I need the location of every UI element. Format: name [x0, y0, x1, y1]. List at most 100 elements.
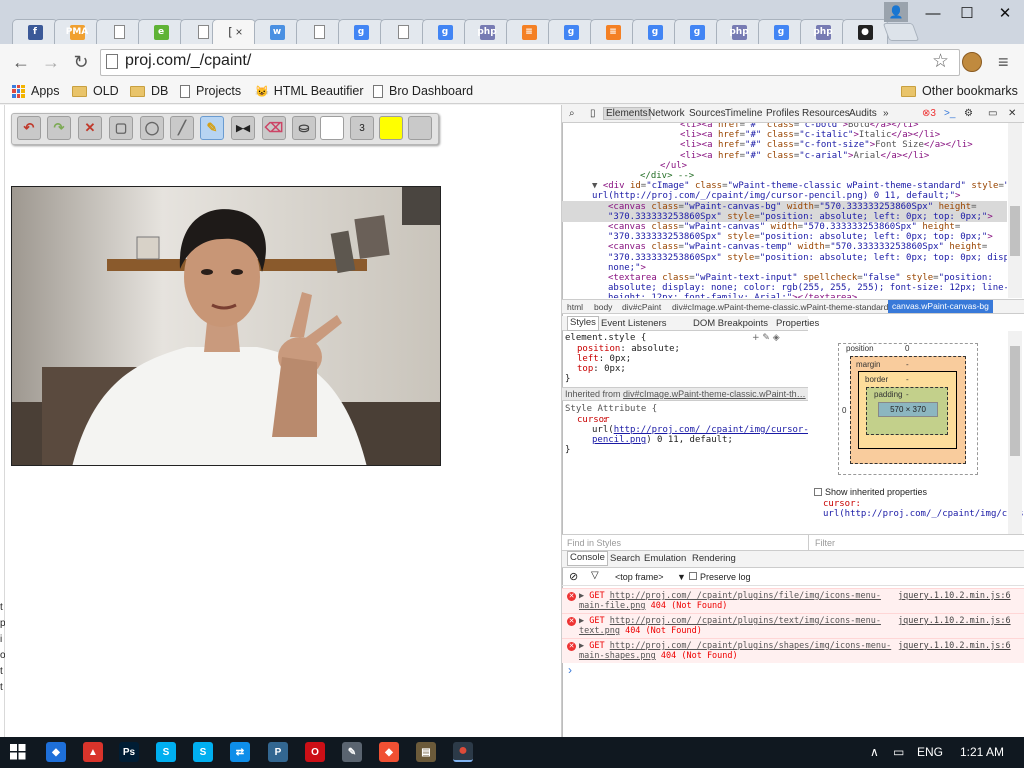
- tab[interactable]: ≡: [506, 19, 552, 44]
- dom-line[interactable]: <li><a href="#" class="c-italic">Italic<…: [680, 130, 940, 140]
- other-bookmarks[interactable]: Other bookmarks: [901, 81, 1018, 101]
- devtools-tab-audits[interactable]: Audits: [849, 108, 877, 119]
- tab[interactable]: f: [12, 19, 58, 44]
- skype-icon[interactable]: S: [193, 742, 213, 762]
- tab[interactable]: e: [138, 19, 184, 44]
- tab[interactable]: [380, 19, 426, 44]
- console-tab-rendering[interactable]: Rendering: [692, 553, 736, 564]
- tab[interactable]: PMA: [54, 19, 100, 44]
- tab[interactable]: php: [716, 19, 762, 44]
- expand-arrow-icon[interactable]: ▶: [579, 616, 589, 626]
- devtools-tab-elements[interactable]: Elements: [603, 107, 651, 120]
- cookie-extension-icon[interactable]: [962, 52, 982, 72]
- tab[interactable]: g: [338, 19, 384, 44]
- tab[interactable]: g: [422, 19, 468, 44]
- clock[interactable]: 1:21 AM: [960, 745, 1004, 759]
- dom-line[interactable]: height: 12px; font-family: Arial;"></tex…: [608, 293, 857, 298]
- styles-tab-event-listeners[interactable]: Event Listeners: [601, 318, 666, 329]
- cursor-url-link[interactable]: http://proj.com/_/cpaint/img/cursor-: [614, 425, 808, 435]
- tab[interactable]: w: [254, 19, 300, 44]
- chrome-menu-icon[interactable]: ≡: [998, 52, 1009, 73]
- error-count-badge[interactable]: ⊗3: [922, 108, 936, 119]
- chrome-icon[interactable]: ●: [453, 742, 473, 762]
- app-red-icon[interactable]: ▲: [83, 742, 103, 762]
- dock-icon[interactable]: ▭: [988, 108, 997, 119]
- breadcrumb-item[interactable]: canvas.wPaint-canvas-bg: [888, 300, 993, 313]
- reload-icon[interactable]: ↻: [70, 51, 92, 73]
- bookmark-projects[interactable]: Projects: [180, 81, 241, 101]
- settings-gear-icon[interactable]: ⚙: [964, 108, 973, 119]
- tray-up-arrow-icon[interactable]: ∧: [870, 745, 879, 759]
- dom-line[interactable]: "370.333333253860Spx" style="position: a…: [608, 253, 1007, 263]
- dom-line[interactable]: </div> -->: [640, 171, 694, 181]
- error-source-link[interactable]: jquery.1.10.2.min.js:6: [898, 641, 1011, 651]
- eraser-tool[interactable]: ⌫: [262, 116, 286, 140]
- bookmark-html-beautifier[interactable]: 😺 HTML Beautifier: [255, 81, 364, 101]
- error-url-link[interactable]: http://proj.com/_/cpaint/plugins/file/im…: [610, 591, 881, 601]
- style-value[interactable]: 0px;: [610, 354, 632, 364]
- close-devtools-icon[interactable]: ✕: [1008, 108, 1016, 119]
- spray-tool[interactable]: ▶◀: [231, 116, 255, 140]
- postgres-icon[interactable]: P: [268, 742, 288, 762]
- style-prop[interactable]: left: [577, 354, 599, 364]
- inspect-icon[interactable]: ⌕: [569, 108, 575, 119]
- teamviewer-icon[interactable]: ⇄: [230, 742, 250, 762]
- bookmark-old[interactable]: OLD: [72, 81, 119, 101]
- page-info-icon[interactable]: [106, 54, 118, 69]
- error-url-link[interactable]: text.png: [579, 626, 620, 636]
- breadcrumb-item[interactable]: body: [594, 302, 612, 312]
- bookmark-db[interactable]: DB: [130, 81, 168, 101]
- devtools-tab-more[interactable]: »: [883, 108, 889, 119]
- maximize-button[interactable]: ☐: [952, 3, 982, 23]
- devtools-tab-sources[interactable]: Sources: [689, 108, 726, 119]
- photoshop-icon[interactable]: Ps: [119, 742, 139, 762]
- console-error[interactable]: ✕ ▶ GET http://proj.com/_/cpaint/plugins/…: [562, 613, 1024, 638]
- frame-select[interactable]: <top frame>: [615, 572, 664, 582]
- dom-line[interactable]: url(http://proj.com/_/cpaint/img/cursor-…: [592, 191, 960, 201]
- language-indicator[interactable]: ENG: [917, 745, 943, 759]
- tab[interactable]: ●: [842, 19, 888, 44]
- dom-line[interactable]: ▼ <div id="cImage" class="wPaint-theme-c…: [592, 181, 1007, 191]
- style-value[interactable]: absolute;: [631, 344, 680, 354]
- preserve-log-checkbox[interactable]: [689, 572, 697, 580]
- style-value[interactable]: 0px;: [604, 364, 626, 374]
- empty-tool-slot[interactable]: [408, 116, 432, 140]
- dom-line[interactable]: none;">: [608, 263, 646, 273]
- add-rule-icon[interactable]: + ✎ ◈: [752, 333, 780, 343]
- stroke-color-swatch[interactable]: [379, 116, 403, 140]
- new-tab-button[interactable]: [882, 23, 920, 41]
- filter-funnel-icon[interactable]: ▽: [591, 570, 599, 581]
- minimize-button[interactable]: —: [918, 3, 948, 23]
- error-source-link[interactable]: jquery.1.10.2.min.js:6: [898, 591, 1011, 601]
- url-text[interactable]: proj.com/_/cpaint/: [125, 52, 251, 70]
- devtools-tab-network[interactable]: Network: [648, 108, 685, 119]
- elements-tree[interactable]: <li><a href="#" class="c-bold">Bold</a><…: [562, 123, 1007, 298]
- back-icon[interactable]: ←: [10, 51, 32, 73]
- style-prop[interactable]: position: [577, 344, 620, 354]
- expand-arrow-icon[interactable]: ▶: [579, 591, 589, 601]
- close-window-button[interactable]: ✕: [990, 3, 1020, 23]
- tools-icon[interactable]: ✎: [342, 742, 362, 762]
- devtools-tab-profiles[interactable]: Profiles: [766, 108, 799, 119]
- clear-tool[interactable]: ✕: [78, 116, 102, 140]
- tab[interactable]: g: [548, 19, 594, 44]
- error-url-link[interactable]: main-file.png: [579, 601, 646, 611]
- dom-line[interactable]: absolute; display: none; color: rgb(255,…: [608, 283, 1007, 293]
- defender-icon[interactable]: ◆: [46, 742, 66, 762]
- bookmark-apps[interactable]: Apps: [12, 81, 60, 101]
- skype-icon[interactable]: S: [156, 742, 176, 762]
- console-prompt[interactable]: ›: [568, 663, 572, 677]
- network-icon[interactable]: ▭: [893, 745, 904, 759]
- breadcrumb-item[interactable]: html: [567, 302, 583, 312]
- styles-tab-styles[interactable]: Styles: [567, 316, 599, 331]
- tab[interactable]: g: [632, 19, 678, 44]
- inherited-link[interactable]: div#cImage.wPaint-theme-classic.wPaint-t…: [623, 389, 806, 399]
- console-drawer-icon[interactable]: >_: [944, 108, 955, 119]
- dom-line[interactable]: <textarea class="wPaint-text-input" spel…: [608, 273, 993, 283]
- rectangle-tool[interactable]: ▢: [109, 116, 133, 140]
- tab[interactable]: [96, 19, 142, 44]
- fill-color-swatch[interactable]: [320, 116, 344, 140]
- error-url-link[interactable]: http://proj.com/_/cpaint/plugins/shapes/…: [610, 641, 891, 651]
- paint-canvas[interactable]: [11, 186, 441, 466]
- dom-line[interactable]: <li><a href="#" class="c-bold">Bold</a><…: [680, 123, 919, 130]
